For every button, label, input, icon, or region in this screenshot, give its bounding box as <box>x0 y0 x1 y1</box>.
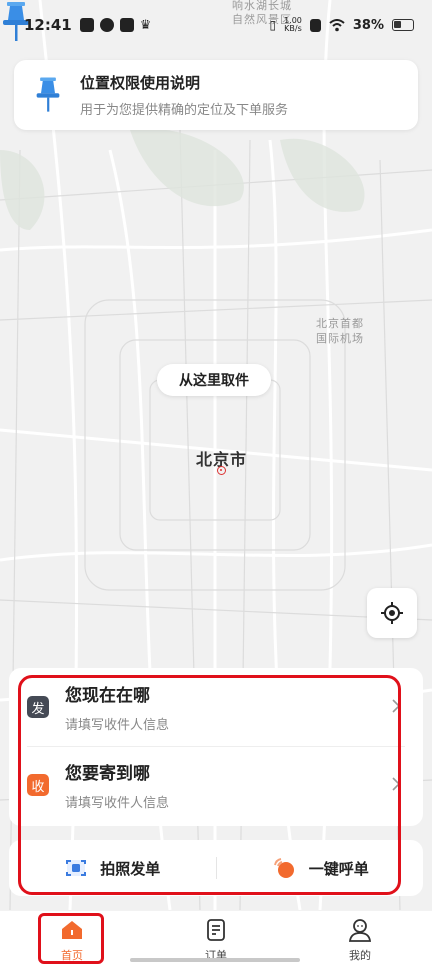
profile-icon <box>348 919 372 942</box>
network-speed: 1.00 KB/s <box>284 16 302 33</box>
pickup-bubble: 从这里取件 <box>157 364 271 396</box>
tab-orders[interactable]: 订单 <box>144 911 288 964</box>
highlight-box-home-tab <box>38 913 104 964</box>
battery-icon <box>392 19 414 31</box>
map-label-airport: 北京首都 国际机场 <box>316 317 364 345</box>
status-time: 12:41 <box>24 16 72 34</box>
status-right: ▯ 1.00 KB/s 38% <box>269 17 414 33</box>
wifi-icon <box>329 18 345 31</box>
notification-icons: ♛ <box>79 17 152 33</box>
app-notification-icon <box>99 18 114 32</box>
crown-icon: ♛ <box>139 17 152 33</box>
location-permission-card[interactable]: 位置权限使用说明 用于为您提供精确的定位及下单服务 <box>14 60 418 130</box>
crosshair-icon <box>381 602 403 624</box>
highlight-box-panel <box>18 675 401 895</box>
status-bar: 12:41 ♛ ▯ 1.00 KB/s 38% <box>0 0 432 50</box>
permission-title: 位置权限使用说明 <box>80 74 201 92</box>
city-marker-icon <box>217 466 226 475</box>
pin-icon <box>36 77 60 112</box>
tab-mine-label: 我的 <box>349 949 371 962</box>
vibrate-icon: ▯ <box>269 18 277 32</box>
home-indicator <box>130 958 300 962</box>
battery-percent: 38% <box>352 17 384 33</box>
orders-icon <box>207 919 225 941</box>
locate-button[interactable] <box>367 588 417 638</box>
tiktok-icon <box>79 18 94 32</box>
tab-mine[interactable]: 我的 <box>288 911 432 964</box>
permission-subtitle: 用于为您提供精确的定位及下单服务 <box>80 103 289 118</box>
sim-icon <box>309 18 321 32</box>
mail-icon <box>119 18 134 32</box>
permission-text: 位置权限使用说明 用于为您提供精确的定位及下单服务 <box>80 72 288 118</box>
